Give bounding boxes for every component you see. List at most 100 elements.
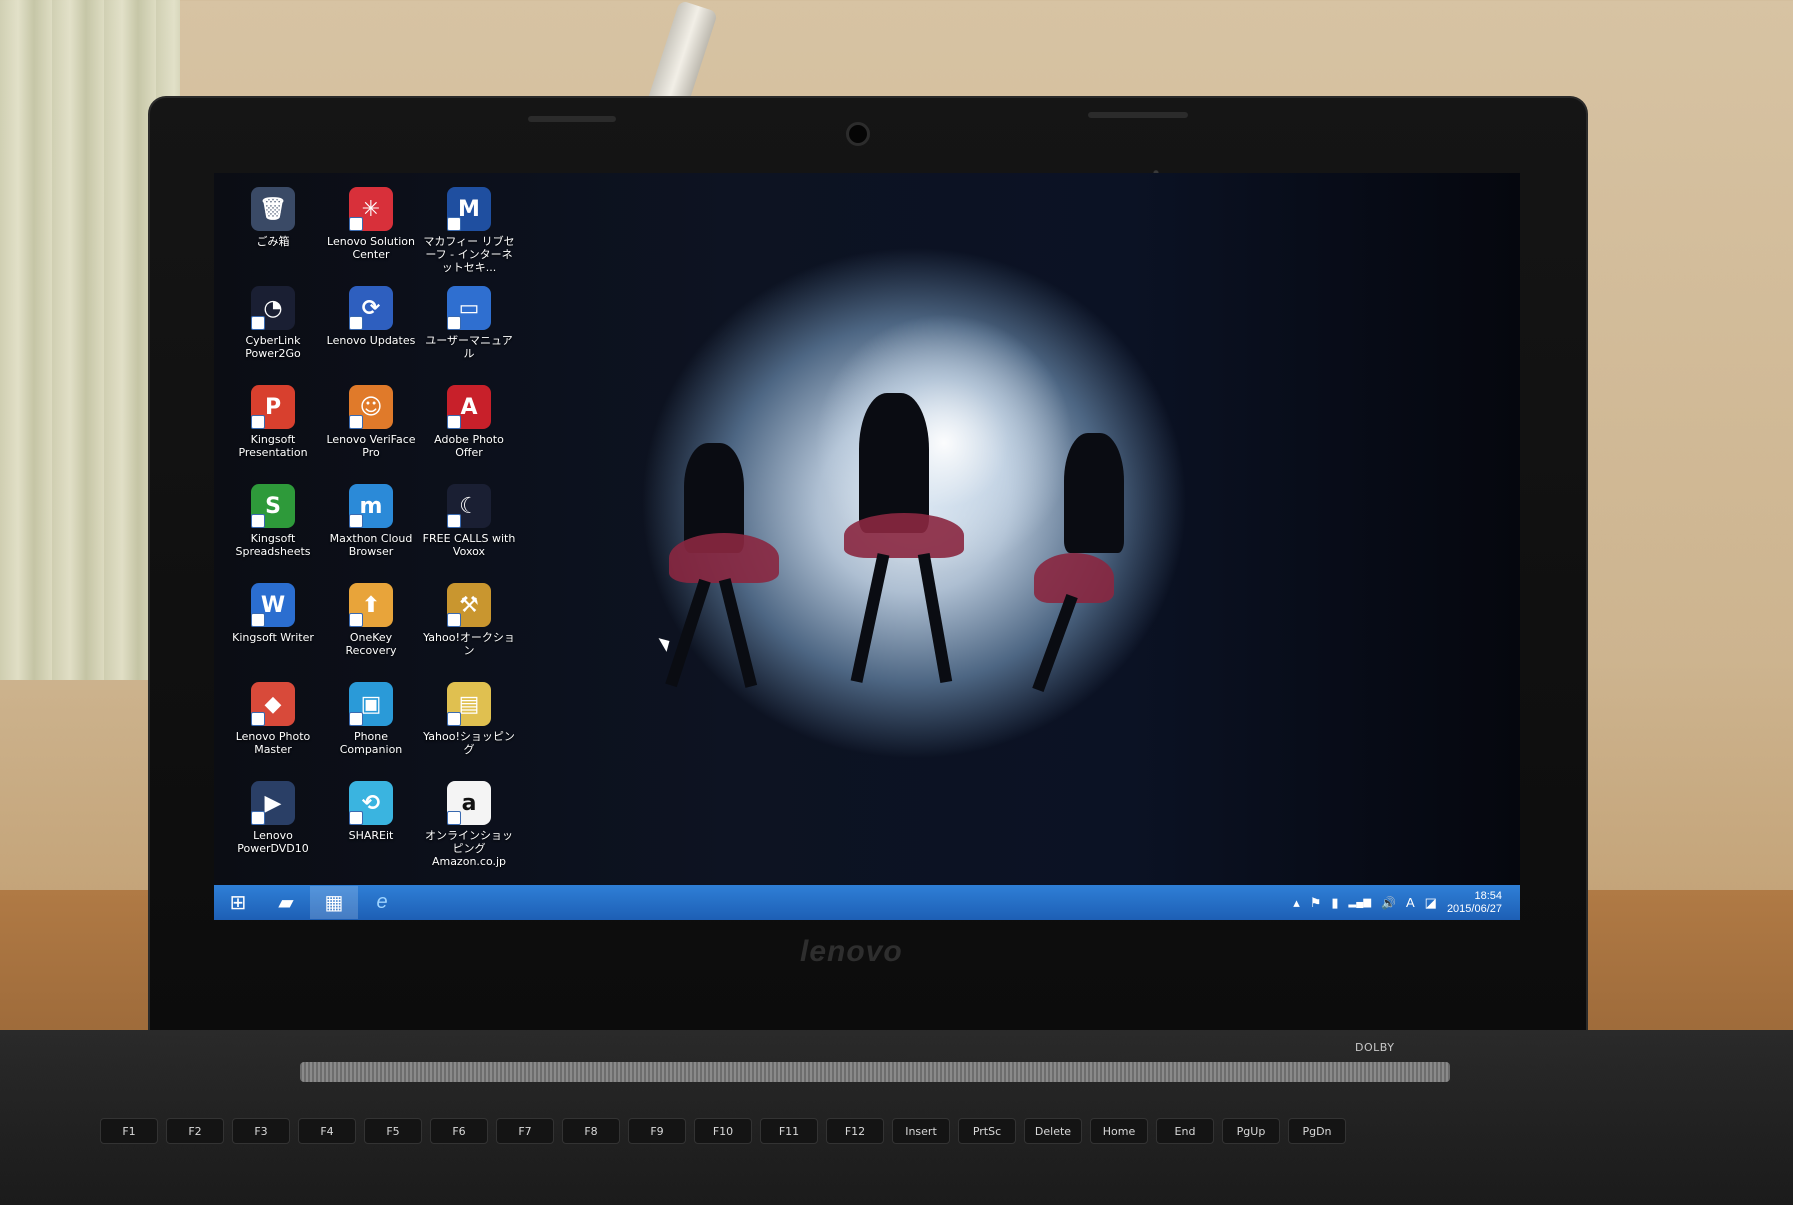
desktop-icon[interactable]: ◆ Lenovo Photo Master [224,678,322,777]
keyboard-key[interactable]: F11 [760,1118,818,1144]
taskbar: ⊞ ▰ ▦ e ▴ ⚑ ▮ ▂▄▆ 🔊 A ◪ 18:54 2015/06/27 [214,885,1520,920]
desktop-icon[interactable]: A Adobe Photo Offer [420,381,518,480]
performer-right-skirt [1034,553,1114,603]
clock-time: 18:54 [1474,890,1502,903]
shareit-icon: ⟲ [349,781,393,825]
performer-left-leg [665,579,710,687]
desktop-icon[interactable]: ⬆ OneKey Recovery [322,579,420,678]
voxox-icon: ☾ [447,484,491,528]
keyboard-key[interactable]: PgDn [1288,1118,1346,1144]
keyboard-key[interactable]: F10 [694,1118,752,1144]
keyboard-key[interactable]: F4 [298,1118,356,1144]
battery-icon[interactable]: ▮ [1331,895,1338,911]
desktop-icon-label: Adobe Photo Offer [421,433,517,459]
mcafee-icon: M [447,187,491,231]
keyboard-key[interactable]: F8 [562,1118,620,1144]
keyboard-key[interactable]: PrtSc [958,1118,1016,1144]
desktop-icon[interactable]: ✳ Lenovo Solution Center [322,183,420,282]
onekey-recovery-icon: ⬆ [349,583,393,627]
kingsoft-writer-icon: W [251,583,295,627]
keyboard-key[interactable]: F5 [364,1118,422,1144]
desktop-icon-label: マカフィー リブセーフ - インターネットセキ... [421,235,517,274]
keyboard-key[interactable]: F2 [166,1118,224,1144]
powerdvd-icon: ▶ [251,781,295,825]
show-hidden-icons-icon[interactable]: ▴ [1293,895,1300,911]
wifi-signal-icon[interactable]: ▂▄▆ [1349,897,1371,908]
desktop-app-icon[interactable]: ▦ [310,886,358,919]
keyboard-key[interactable]: F9 [628,1118,686,1144]
ime-indicator[interactable]: A [1406,895,1415,910]
performer-right-leg [1032,594,1077,692]
desktop-icon-label: Lenovo PowerDVD10 [225,829,321,855]
desktop-icon-label: Maxthon Cloud Browser [323,532,419,558]
desktop-icon-label: Yahoo!ショッピング [421,730,517,756]
adobe-photo-icon: A [447,385,491,429]
keyboard-key[interactable]: Insert [892,1118,950,1144]
lid-latch-right [1088,112,1188,118]
windows-start-icon[interactable]: ⊞ [214,886,262,919]
desktop-icon[interactable]: ⚒ Yahoo!オークション [420,579,518,678]
desktop-icon[interactable]: S Kingsoft Spreadsheets [224,480,322,579]
keyboard-key[interactable]: F3 [232,1118,290,1144]
cyberlink-power2go-icon: ◔ [251,286,295,330]
desktop-icon[interactable]: W Kingsoft Writer [224,579,322,678]
performer-right [1064,433,1124,553]
desktop-icon[interactable]: ⟲ SHAREit [322,777,420,876]
keyboard-key[interactable]: F1 [100,1118,158,1144]
performer-left-leg [719,578,757,688]
lenovo-logo: lenovo [800,935,903,969]
notification-icon[interactable]: ◪ [1425,895,1437,911]
keyboard-key[interactable]: F7 [496,1118,554,1144]
keyboard-key[interactable]: F6 [430,1118,488,1144]
desktop-icon-label: SHAREit [323,829,419,842]
keyboard-key[interactable]: F12 [826,1118,884,1144]
desktop-icon-label: Phone Companion [323,730,419,756]
internet-explorer-icon[interactable]: e [358,886,406,919]
desktop-icon-label: Kingsoft Presentation [225,433,321,459]
desktop-icon[interactable]: ◔ CyberLink Power2Go [224,282,322,381]
desktop-icon[interactable]: m Maxthon Cloud Browser [322,480,420,579]
desktop-icon[interactable]: 🗑 ごみ箱 [224,183,322,282]
system-tray: ▴ ⚑ ▮ ▂▄▆ 🔊 A ◪ 18:54 2015/06/27 [1293,890,1520,916]
clock-date: 2015/06/27 [1447,903,1502,916]
keyboard-key[interactable]: Home [1090,1118,1148,1144]
lenovo-veriface-icon: ☺ [349,385,393,429]
amazon-icon: a [447,781,491,825]
desktop-icon[interactable]: ☺ Lenovo VeriFace Pro [322,381,420,480]
desktop-icon[interactable]: ▶ Lenovo PowerDVD10 [224,777,322,876]
lenovo-updates-icon: ⟳ [349,286,393,330]
lid-latch-left [528,116,616,122]
desktop-icon[interactable]: ▭ ユーザーマニュアル [420,282,518,381]
desktop-icon[interactable]: ▤ Yahoo!ショッピング [420,678,518,777]
desktop-icon-label: Kingsoft Spreadsheets [225,532,321,558]
desktop-icon-label: Lenovo VeriFace Pro [323,433,419,459]
desktop-icon[interactable]: ☾ FREE CALLS with Voxox [420,480,518,579]
action-center-flag-icon[interactable]: ⚑ [1310,895,1322,911]
keyboard-key[interactable]: Delete [1024,1118,1082,1144]
performer-left-skirt [669,533,779,583]
desktop-icon-label: Kingsoft Writer [225,631,321,644]
desktop-icon-label: OneKey Recovery [323,631,419,657]
performer-center-leg [851,553,890,683]
kingsoft-presentation-icon: P [251,385,295,429]
dolby-badge: DOLBY [1355,1041,1394,1054]
recycle-bin-icon: 🗑 [251,187,295,231]
desktop-icon-label: ごみ箱 [225,235,321,248]
file-explorer-icon[interactable]: ▰ [262,886,310,919]
mouse-cursor [659,634,674,652]
phone-companion-icon: ▣ [349,682,393,726]
desktop-icon[interactable]: M マカフィー リブセーフ - インターネットセキ... [420,183,518,282]
keyboard-key[interactable]: PgUp [1222,1118,1280,1144]
desktop-screen: 🗑 ごみ箱 ✳ Lenovo Solution Center M マカフィー リブセーフ … [214,173,1520,920]
desktop-icon[interactable]: P Kingsoft Presentation [224,381,322,480]
clock[interactable]: 18:54 2015/06/27 [1447,890,1502,916]
volume-icon[interactable]: 🔊 [1381,896,1396,910]
keyboard-key[interactable]: End [1156,1118,1214,1144]
yahoo-shopping-icon: ▤ [447,682,491,726]
desktop-icon[interactable]: a オンラインショッピング Amazon.co.jp [420,777,518,876]
desktop-icon-label: オンラインショッピング Amazon.co.jp [421,829,517,868]
function-key-row: F1 F2 F3 F4 F5 F6 F7 F8 F9 F10 F11 F12 Insert PrtSc De… [100,1118,1700,1200]
desktop-icon[interactable]: ▣ Phone Companion [322,678,420,777]
desktop-icon[interactable]: ⟳ Lenovo Updates [322,282,420,381]
desktop-icon-label: Lenovo Solution Center [323,235,419,261]
